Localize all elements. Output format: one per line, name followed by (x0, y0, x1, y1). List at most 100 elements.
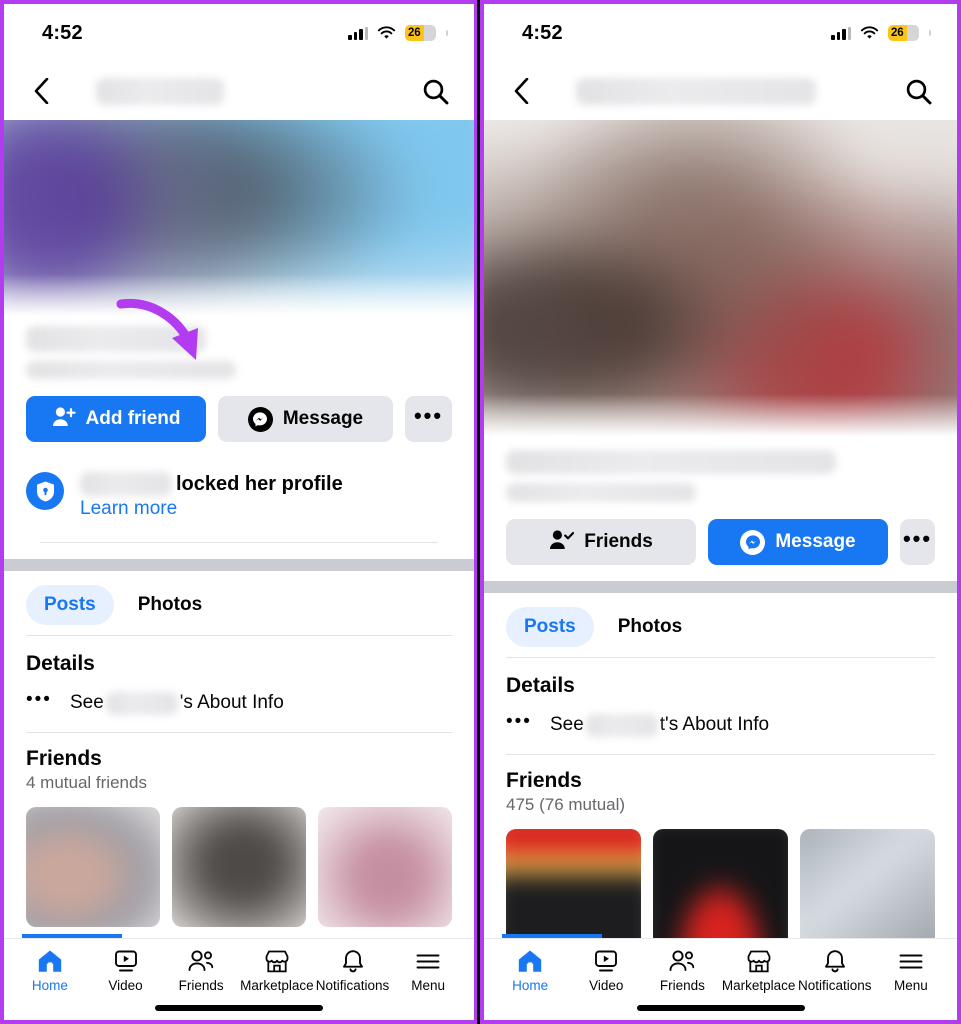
friend-thumbnail[interactable] (506, 829, 641, 938)
nav-label-notifications: Notifications (315, 978, 390, 993)
friends-count: 4 mutual friends (26, 773, 147, 792)
nav-item-notifications[interactable]: Notifications (315, 949, 391, 993)
battery-cap (446, 30, 448, 36)
cover-photo[interactable] (484, 120, 957, 440)
status-indicators: 26 (348, 25, 448, 41)
divider (40, 542, 438, 543)
battery-cap (929, 30, 931, 36)
friends-status-label: Friends (584, 531, 653, 552)
nav-item-video[interactable]: Video (88, 949, 164, 993)
friends-count: 475 (76 mutual) (506, 795, 626, 814)
three-dots-icon: ••• (506, 711, 532, 732)
about-info-row[interactable]: ••• See 's About Info (4, 686, 474, 732)
scroll-progress-indicator (22, 934, 122, 938)
shield-lock-icon (26, 472, 64, 510)
nav-item-home[interactable]: Home (12, 949, 88, 993)
tab-photos[interactable]: Photos (600, 607, 700, 647)
about-info-row[interactable]: ••• See t's About Info (484, 708, 957, 754)
locked-title: locked her profile (176, 472, 343, 495)
friend-thumbnail[interactable] (26, 807, 160, 927)
nav-item-video[interactable]: Video (568, 949, 644, 993)
profile-scroll-left[interactable]: Add friend Message ••• locked her profil… (4, 120, 474, 938)
nav-item-notifications[interactable]: Notifications (797, 949, 873, 993)
cellular-signal-icon (348, 26, 368, 40)
nav-item-menu[interactable]: Menu (873, 949, 949, 993)
profile-name-redacted (96, 77, 224, 105)
friend-thumbnail[interactable] (653, 829, 788, 938)
status-clock: 4:52 (42, 21, 83, 44)
app-header-left (4, 62, 474, 120)
message-button[interactable]: Message (708, 519, 888, 565)
details-heading: Details (26, 652, 95, 675)
profile-action-buttons-left: Add friend Message ••• (4, 388, 474, 442)
cover-photo[interactable] (4, 120, 474, 320)
more-options-button[interactable]: ••• (405, 396, 452, 442)
section-separator (4, 559, 474, 571)
nav-item-marketplace[interactable]: Marketplace (721, 949, 797, 993)
nav-label-home: Home (31, 978, 68, 993)
about-info-suffix: t's About Info (659, 714, 770, 735)
status-indicators: 26 (831, 25, 931, 41)
tab-posts[interactable]: Posts (506, 607, 594, 647)
locked-profile-notice: locked her profile Learn more (4, 442, 474, 520)
profile-subtitle-redacted (506, 483, 696, 502)
nav-item-friends[interactable]: Friends (163, 949, 239, 993)
back-button[interactable] (504, 74, 538, 108)
profile-scroll-right[interactable]: Friends Message ••• Posts Photos Details (484, 120, 957, 938)
back-button[interactable] (24, 74, 58, 108)
message-label: Message (282, 408, 364, 429)
nav-item-home[interactable]: Home (492, 949, 568, 993)
about-info-text: See t's About Info (549, 713, 770, 737)
battery-level: 26 (891, 27, 904, 39)
friends-status-button[interactable]: Friends (506, 519, 696, 565)
phone-panel-left: 4:52 26 Add friend Message ••• locked he… (0, 0, 477, 1024)
bottom-nav-left: Home Video Friends Marketplace Notificat… (4, 938, 474, 1020)
scroll-progress-indicator (502, 934, 602, 938)
profile-display-name-redacted (506, 450, 836, 474)
app-header-right (484, 62, 957, 120)
profile-name-block (484, 440, 957, 502)
nav-label-friends: Friends (178, 978, 224, 993)
message-button[interactable]: Message (218, 396, 393, 442)
nav-item-menu[interactable]: Menu (390, 949, 466, 993)
bottom-nav-right: Home Video Friends Marketplace Notificat… (484, 938, 957, 1020)
nav-label-marketplace: Marketplace (721, 978, 796, 993)
more-options-icon: ••• (902, 526, 933, 551)
friend-thumbnail[interactable] (318, 807, 452, 927)
profile-display-name-redacted (26, 326, 206, 352)
battery-icon: 26 (405, 25, 436, 41)
messenger-icon (740, 529, 766, 555)
more-options-button[interactable]: ••• (900, 519, 935, 565)
battery-icon: 26 (888, 25, 919, 41)
learn-more-link[interactable]: Learn more (80, 498, 343, 520)
nav-item-friends[interactable]: Friends (644, 949, 720, 993)
nav-label-video: Video (108, 978, 143, 993)
tab-photos[interactable]: Photos (120, 585, 220, 625)
nav-label-friends: Friends (659, 978, 705, 993)
add-friend-button[interactable]: Add friend (26, 396, 206, 442)
nav-label-menu: Menu (411, 978, 446, 993)
locked-notice-text: locked her profile Learn more (80, 470, 343, 520)
tab-posts[interactable]: Posts (26, 585, 114, 625)
friends-heading: Friends (26, 747, 102, 770)
about-info-name-redacted (105, 691, 178, 715)
more-options-icon: ••• (413, 403, 444, 428)
home-indicator (636, 1005, 805, 1011)
friend-thumbnail[interactable] (172, 807, 306, 927)
nav-item-marketplace[interactable]: Marketplace (239, 949, 315, 993)
about-info-name-redacted (585, 713, 658, 737)
about-info-prefix: See (549, 714, 584, 735)
status-clock: 4:52 (522, 21, 563, 44)
add-friend-icon (52, 406, 76, 433)
about-info-text: See 's About Info (69, 691, 284, 715)
three-dots-icon: ••• (26, 689, 52, 710)
about-info-prefix: See (69, 692, 104, 713)
home-indicator (155, 1005, 323, 1011)
friend-thumbnail[interactable] (800, 829, 935, 938)
profile-subtitle-redacted (26, 361, 236, 379)
search-icon[interactable] (418, 74, 452, 108)
section-separator (484, 581, 957, 593)
phone-panel-right: 4:52 26 Friends Message ••• Posts Photos… (480, 0, 961, 1024)
locked-name-redacted (80, 472, 172, 496)
search-icon[interactable] (901, 74, 935, 108)
